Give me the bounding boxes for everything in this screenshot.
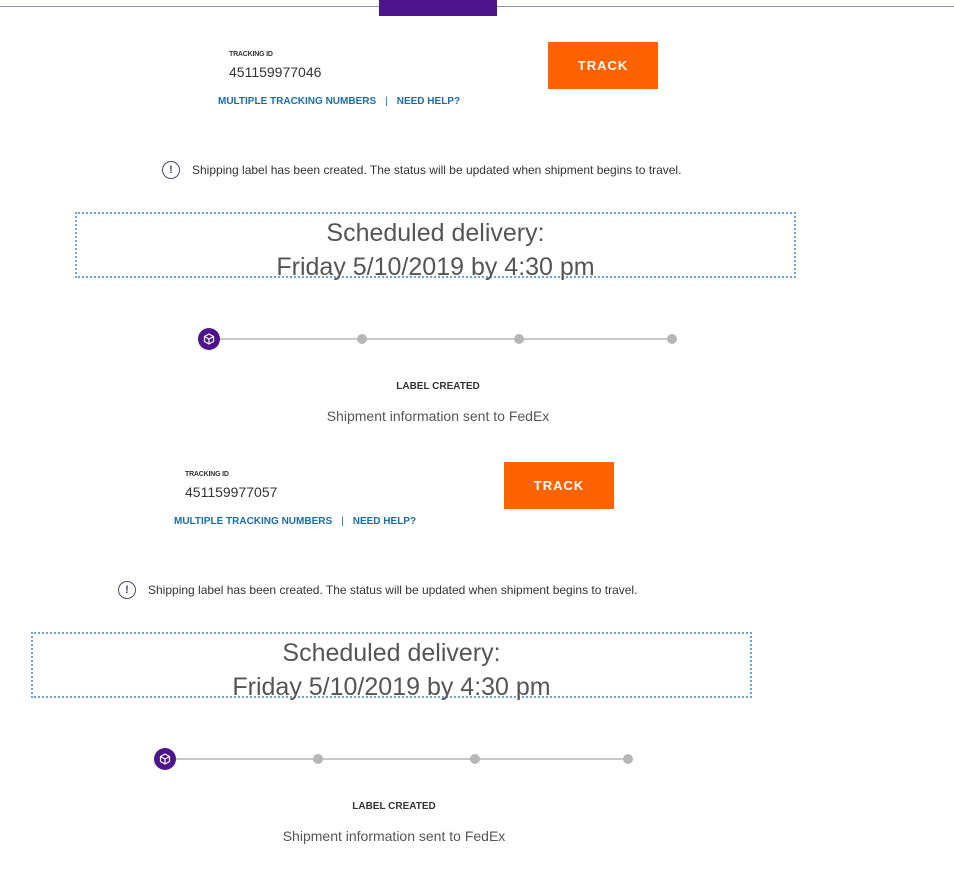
package-icon bbox=[154, 748, 176, 770]
tracking-links: MULTIPLE TRACKING NUMBERS | NEED HELP? bbox=[218, 96, 460, 107]
status-description: Shipment information sent to FedEx bbox=[282, 828, 506, 844]
link-separator: | bbox=[385, 96, 388, 107]
tracking-id-label: TRACKING ID bbox=[185, 471, 229, 478]
status-notice: ! Shipping label has been created. The s… bbox=[118, 581, 637, 599]
shipment-block: TRACKING ID 451159977046 TRACK MULTIPLE … bbox=[44, 0, 804, 440]
tracking-id-label: TRACKING ID bbox=[229, 51, 273, 58]
package-icon bbox=[198, 328, 220, 350]
progress-step-4 bbox=[667, 334, 677, 344]
scheduled-delivery-date: Friday 5/10/2019 by 4:30 pm bbox=[276, 253, 595, 281]
shipment-block: TRACKING ID 451159977057 TRACK MULTIPLE … bbox=[0, 420, 760, 860]
track-button[interactable]: TRACK bbox=[548, 42, 658, 89]
multiple-tracking-numbers-link[interactable]: MULTIPLE TRACKING NUMBERS bbox=[174, 516, 332, 527]
scheduled-delivery-date: Friday 5/10/2019 by 4:30 pm bbox=[232, 673, 551, 701]
progress-step-3 bbox=[470, 754, 480, 764]
status-notice: ! Shipping label has been created. The s… bbox=[162, 161, 681, 179]
scheduled-delivery-heading: Scheduled delivery: bbox=[282, 639, 501, 667]
notice-text: Shipping label has been created. The sta… bbox=[148, 583, 638, 597]
link-separator: | bbox=[341, 516, 344, 527]
scheduled-delivery-heading: Scheduled delivery: bbox=[326, 219, 545, 247]
tracking-id-input[interactable]: 451159977046 bbox=[229, 64, 321, 80]
progress-step-4 bbox=[623, 754, 633, 764]
need-help-link[interactable]: NEED HELP? bbox=[397, 96, 460, 107]
exclamation-circle-icon: ! bbox=[162, 161, 180, 179]
progress-track bbox=[209, 338, 673, 340]
notice-text: Shipping label has been created. The sta… bbox=[192, 163, 682, 177]
multiple-tracking-numbers-link[interactable]: MULTIPLE TRACKING NUMBERS bbox=[218, 96, 376, 107]
shipment-progress-bar bbox=[198, 328, 684, 350]
scheduled-delivery-box: Scheduled delivery: Friday 5/10/2019 by … bbox=[75, 212, 796, 281]
tracking-links: MULTIPLE TRACKING NUMBERS | NEED HELP? bbox=[174, 516, 416, 527]
status-title: LABEL CREATED bbox=[396, 381, 480, 392]
shipment-progress-bar bbox=[154, 748, 640, 770]
tracking-id-input[interactable]: 451159977057 bbox=[185, 484, 277, 500]
track-button[interactable]: TRACK bbox=[504, 462, 614, 509]
progress-step-2 bbox=[313, 754, 323, 764]
exclamation-circle-icon: ! bbox=[118, 581, 136, 599]
need-help-link[interactable]: NEED HELP? bbox=[353, 516, 416, 527]
progress-step-3 bbox=[514, 334, 524, 344]
progress-track bbox=[165, 758, 629, 760]
progress-step-2 bbox=[357, 334, 367, 344]
scheduled-delivery-box: Scheduled delivery: Friday 5/10/2019 by … bbox=[31, 632, 752, 701]
status-title: LABEL CREATED bbox=[352, 801, 436, 812]
